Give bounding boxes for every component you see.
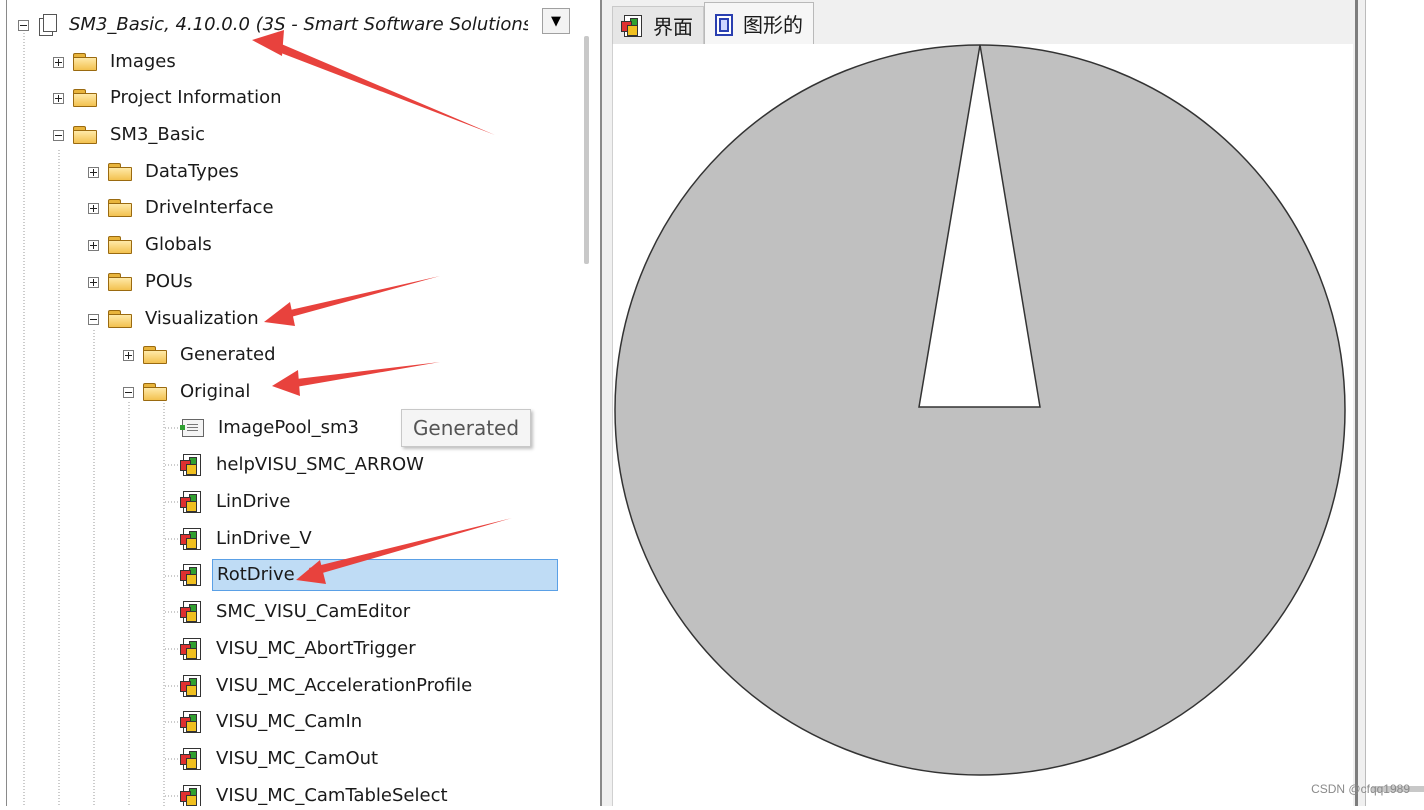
window-divider: [1365, 0, 1366, 806]
tree-scrollbar-thumb[interactable]: [584, 36, 589, 264]
visualization-icon: [180, 454, 202, 476]
tree-item-visu-mc-camin[interactable]: VISU_MC_CamIn: [180, 705, 366, 739]
tree-root-row[interactable]: SM3_Basic, 4.10.0.0 (3S - Smart Software…: [18, 8, 528, 42]
folder-icon: [107, 273, 133, 291]
tree-item-datatypes[interactable]: DataTypes: [88, 155, 243, 189]
tree-item-label: Original: [180, 381, 251, 402]
tree-item-lindrive[interactable]: LinDrive: [180, 485, 294, 519]
visualization-icon: [180, 491, 202, 513]
tree-item-label: DataTypes: [145, 161, 239, 182]
tree-item-label: RotDrive: [212, 559, 558, 591]
tree-item-label: Visualization: [145, 308, 259, 329]
folder-icon: [142, 346, 168, 364]
editor-tab-strip: 界面 图形的: [612, 2, 814, 44]
tree-item-label: Generated: [180, 344, 276, 365]
tree-item-sm3-basic[interactable]: SM3_Basic: [53, 118, 209, 152]
tree-item-label: LinDrive: [216, 491, 291, 512]
tree-item-label: VISU_MC_CamOut: [216, 748, 379, 769]
collapse-icon[interactable]: [53, 129, 64, 141]
visualization-icon: [180, 675, 202, 697]
expand-icon[interactable]: [53, 56, 64, 68]
tree-item-imagepool-sm3[interactable]: ImagePool_sm3: [180, 411, 363, 445]
tree-item-label: VISU_MC_CamIn: [216, 711, 363, 732]
folder-open-icon: [107, 310, 133, 328]
visualization-icon: [621, 14, 643, 37]
visualization-icon: [180, 564, 202, 586]
tree-item-label: SMC_VISU_CamEditor: [216, 601, 411, 622]
tree-item-original[interactable]: Original: [123, 375, 254, 409]
tree-item-label: VISU_MC_AbortTrigger: [216, 638, 416, 659]
chevron-down-icon: ▼: [551, 13, 561, 29]
tree-item-pous[interactable]: POUs: [88, 265, 197, 299]
tree-item-visu-mc-camtableselect[interactable]: VISU_MC_CamTableSelect: [180, 779, 452, 806]
folder-icon: [107, 236, 133, 254]
folder-icon: [107, 163, 133, 181]
tree-item-label: SM3_Basic: [110, 124, 206, 145]
tab-label: 界面: [653, 15, 693, 39]
watermark: CSDN @cfqq1989: [1311, 782, 1410, 796]
editor-border-right: [1355, 0, 1358, 806]
expand-icon[interactable]: [88, 276, 99, 288]
tree-item-label: ImagePool_sm3: [218, 417, 359, 438]
collapse-icon[interactable]: [18, 19, 29, 31]
expand-icon[interactable]: [88, 239, 99, 251]
tree-item-label: VISU_MC_CamTableSelect: [216, 785, 448, 806]
tree-item-visu-mc-aborttrigger[interactable]: VISU_MC_AbortTrigger: [180, 632, 420, 666]
tree-item-label: POUs: [145, 271, 193, 292]
tab-label: 图形的: [743, 13, 803, 37]
tree-item-label: VISU_MC_AccelerationProfile: [216, 675, 473, 696]
tree-item-globals[interactable]: Globals: [88, 228, 216, 262]
tree-item-driveinterface[interactable]: DriveInterface: [88, 191, 278, 225]
tree-item-generated[interactable]: Generated: [123, 338, 280, 372]
visualization-icon: [180, 711, 202, 733]
graphic-document-icon: [713, 13, 733, 36]
tree-item-visu-mc-accelerationprofile[interactable]: VISU_MC_AccelerationProfile: [180, 669, 476, 703]
tree-item-label: DriveInterface: [145, 197, 274, 218]
tree-item-label: Project Information: [110, 87, 282, 108]
folder-icon: [72, 53, 98, 71]
tree-dropdown-button[interactable]: ▼: [542, 8, 570, 34]
tree-item-smc-visu-cameditor[interactable]: SMC_VISU_CamEditor: [180, 595, 414, 629]
folder-open-icon: [72, 126, 98, 144]
tree-item-lindrive-v[interactable]: LinDrive_V: [180, 522, 316, 556]
visualization-canvas[interactable]: [612, 44, 1353, 806]
expand-icon[interactable]: [88, 166, 99, 178]
visualization-icon: [180, 528, 202, 550]
tab-interface[interactable]: 界面: [612, 6, 704, 44]
expand-icon[interactable]: [88, 202, 99, 214]
project-icon: [37, 14, 57, 36]
rotary-drive-graphic: [614, 44, 1346, 776]
tree-item-visualization[interactable]: Visualization: [88, 302, 263, 336]
visualization-icon: [180, 601, 202, 623]
tree-item-label: helpVISU_SMC_ARROW: [216, 454, 424, 475]
tree-item-label: Images: [110, 51, 176, 72]
image-pool-icon: [180, 419, 204, 437]
tree-item-label: Globals: [145, 234, 212, 255]
expand-icon[interactable]: [123, 349, 134, 361]
expand-icon[interactable]: [53, 92, 64, 104]
collapse-icon[interactable]: [123, 386, 134, 398]
tooltip: Generated: [401, 409, 531, 447]
tooltip-text: Generated: [412, 416, 520, 440]
tree-item-rotdrive[interactable]: RotDrive: [180, 558, 558, 592]
project-tree-panel: SM3_Basic, 4.10.0.0 (3S - Smart Software…: [0, 0, 602, 806]
folder-icon: [72, 89, 98, 107]
folder-open-icon: [142, 383, 168, 401]
tree-item-project-information[interactable]: Project Information: [53, 81, 286, 115]
visualization-icon: [180, 785, 202, 806]
tree-item-label: LinDrive_V: [216, 528, 312, 549]
visualization-icon: [180, 748, 202, 770]
tree-item-images[interactable]: Images: [53, 45, 180, 79]
folder-icon: [107, 199, 133, 217]
tree-item-visu-mc-camout[interactable]: VISU_MC_CamOut: [180, 742, 382, 776]
tree-item-helpvisu-smc-arrow[interactable]: helpVISU_SMC_ARROW: [180, 448, 428, 482]
tree-root-label: SM3_Basic, 4.10.0.0 (3S - Smart Software…: [69, 14, 528, 35]
visualization-icon: [180, 638, 202, 660]
tab-graphic[interactable]: 图形的: [704, 2, 814, 44]
collapse-icon[interactable]: [88, 313, 99, 325]
